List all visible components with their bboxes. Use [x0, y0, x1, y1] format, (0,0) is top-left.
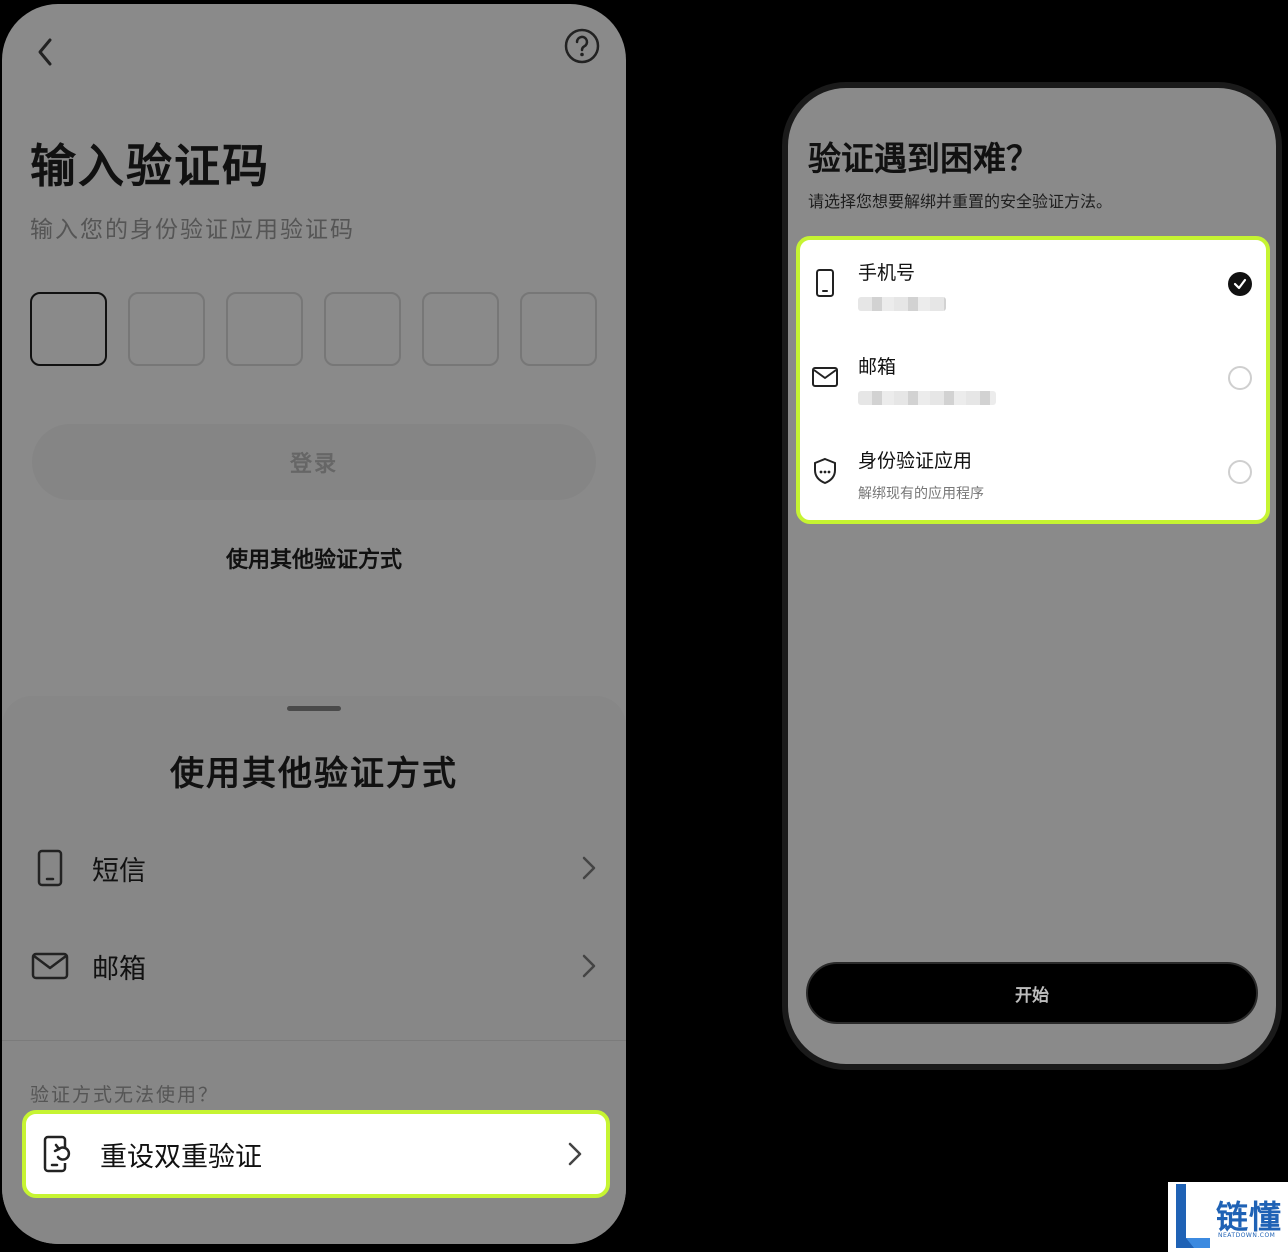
option-description: 解绑现有的应用程序: [858, 486, 984, 502]
sheet-item-email[interactable]: 邮箱: [30, 936, 600, 996]
reset-2fa-button[interactable]: 重设双重验证: [22, 1110, 610, 1198]
radio-unselected[interactable]: [1228, 460, 1252, 484]
page-title: 验证遇到困难？: [808, 139, 1039, 178]
sheet-item-sms[interactable]: 短信: [30, 838, 600, 898]
option-label: 身份验证应用: [858, 450, 973, 472]
code-digit-box[interactable]: [128, 292, 205, 366]
phone-icon: [816, 269, 834, 297]
logo-l-icon: [1176, 1184, 1210, 1248]
mail-icon: [812, 367, 838, 387]
sheet-item-label: 邮箱: [92, 953, 146, 985]
option-label: 手机号: [858, 262, 916, 284]
code-digit-box[interactable]: [422, 292, 499, 366]
option-label: 邮箱: [858, 356, 897, 378]
sheet-title: 使用其他验证方式: [170, 754, 458, 794]
code-input-row: [30, 292, 597, 366]
divider: [2, 1040, 626, 1041]
page-title: 输入验证码: [30, 139, 270, 193]
bottom-sheet: 使用其他验证方式 短信 邮箱 验证方式无法使用？ 重设双重验证: [2, 696, 626, 1244]
code-digit-box[interactable]: [30, 292, 107, 366]
watermark-logo: 链懂 NEATDOWN.COM: [1168, 1182, 1288, 1252]
chevron-right-icon: [582, 856, 596, 880]
radio-selected[interactable]: [1228, 272, 1252, 296]
check-icon: [1233, 278, 1247, 290]
code-digit-box[interactable]: [520, 292, 597, 366]
phone-reset-icon: [43, 1135, 71, 1173]
reset-method-screen: 验证遇到困难？ 请选择您想要解绑并重置的安全验证方法。 手机号 邮箱 身份验证应…: [782, 82, 1282, 1070]
redacted-value: [858, 391, 996, 405]
verification-code-screen: 输入验证码 输入您的身份验证应用验证码 登录 使用其他验证方式 使用其他验证方式…: [2, 4, 626, 1244]
code-digit-box[interactable]: [324, 292, 401, 366]
sheet-hint: 验证方式无法使用？: [30, 1084, 220, 1106]
chevron-left-icon: [38, 38, 52, 66]
chevron-right-icon: [568, 1142, 582, 1166]
sheet-item-label: 短信: [92, 855, 146, 887]
question-circle-icon: [564, 28, 600, 64]
page-subtitle: 请选择您想要解绑并重置的安全验证方法。: [808, 192, 1113, 211]
back-button[interactable]: [26, 32, 66, 72]
option-phone[interactable]: 手机号: [800, 240, 1266, 330]
reset-options-card: 手机号 邮箱 身份验证应用 解绑现有的应用程序: [796, 236, 1270, 524]
chevron-right-icon: [582, 954, 596, 978]
reset-2fa-label: 重设双重验证: [100, 1141, 262, 1173]
sheet-handle[interactable]: [287, 706, 341, 711]
mail-icon: [31, 952, 69, 980]
watermark-url: NEATDOWN.COM: [1218, 1232, 1276, 1239]
code-digit-box[interactable]: [226, 292, 303, 366]
other-methods-link[interactable]: 使用其他验证方式: [2, 542, 626, 574]
shield-icon: [814, 457, 836, 485]
option-authenticator[interactable]: 身份验证应用 解绑现有的应用程序: [800, 428, 1266, 518]
start-button[interactable]: 开始: [806, 962, 1258, 1024]
redacted-value: [858, 297, 946, 311]
help-button[interactable]: [564, 28, 600, 64]
radio-unselected[interactable]: [1228, 366, 1252, 390]
phone-icon: [37, 849, 63, 887]
page-subtitle: 输入您的身份验证应用验证码: [30, 217, 355, 243]
option-email[interactable]: 邮箱: [800, 334, 1266, 424]
login-button[interactable]: 登录: [32, 424, 596, 500]
